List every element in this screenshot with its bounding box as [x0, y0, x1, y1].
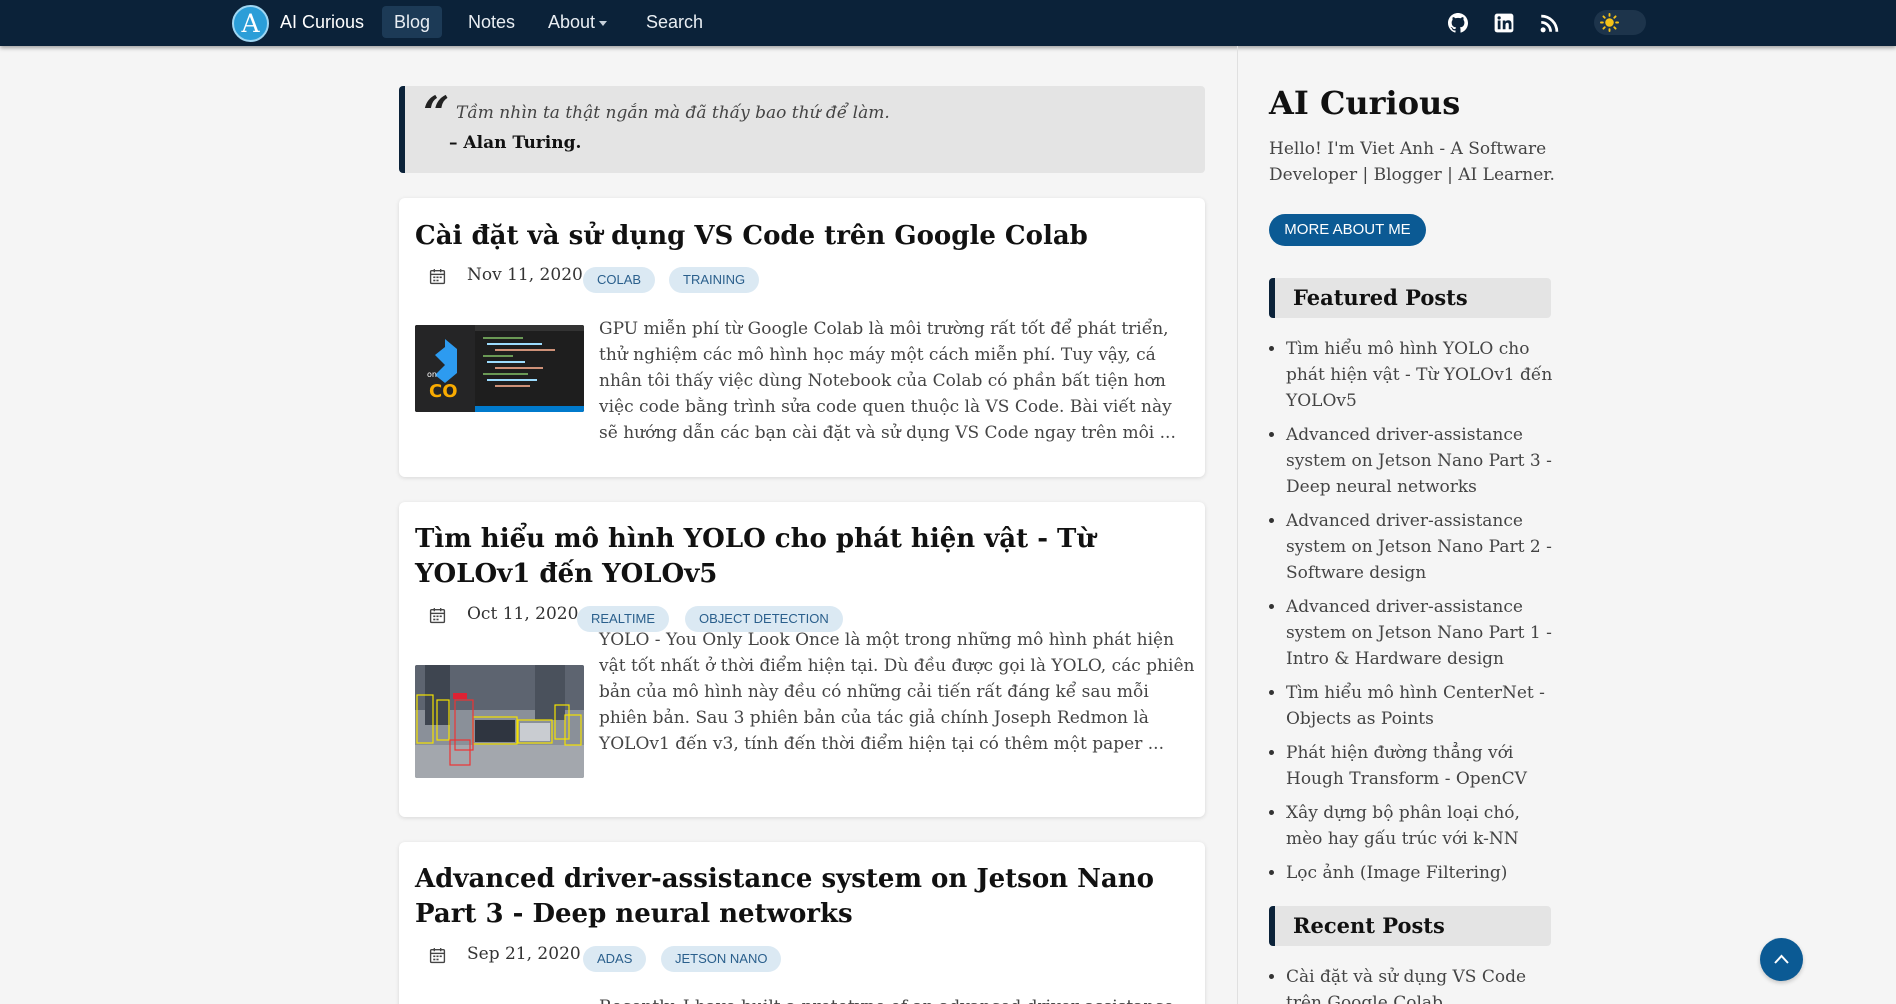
nav-blog[interactable]: Blog [382, 6, 443, 38]
featured-post-link[interactable]: Lọc ảnh (Image Filtering) [1286, 860, 1556, 886]
chevron-up-icon [1774, 954, 1789, 964]
quote-text: Tầm nhìn ta thật ngắn mà đã thấy bao thứ… [456, 103, 890, 123]
quote-mark-icon: “ [423, 86, 450, 140]
post-excerpt: GPU miễn phí từ Google Colab là môi trườ… [599, 319, 1176, 443]
tag-jetson-nano[interactable]: JETSON NANO [661, 946, 782, 972]
nav-about-label: About [548, 12, 596, 32]
recent-posts-heading: Recent Posts [1269, 906, 1551, 946]
sidebar-divider [1237, 46, 1238, 1004]
post-title[interactable]: Tìm hiểu mô hình YOLO cho phát hiện vật … [415, 522, 1195, 592]
featured-post-link[interactable]: Tìm hiểu mô hình YOLO cho phát hiện vật … [1286, 336, 1556, 414]
theme-toggle[interactable] [1594, 10, 1646, 35]
nav-notes-label: Notes [468, 12, 516, 32]
post-card: Tìm hiểu mô hình YOLO cho phát hiện vật … [399, 502, 1205, 817]
tag-colab[interactable]: COLAB [583, 267, 656, 293]
post-date: Nov 11, 2020 [467, 265, 583, 285]
featured-post-link[interactable]: Advanced driver-assistance system on Jet… [1286, 508, 1556, 586]
recent-post-link[interactable]: Cài đặt và sử dụng VS Code trên Google C… [1286, 964, 1556, 1004]
thumb-on-text: on [427, 370, 437, 379]
quote-author: – Alan Turing. [449, 133, 582, 153]
post-date: Sep 21, 2020 [467, 944, 581, 964]
brand-link[interactable]: AI Curious [280, 0, 364, 46]
sidebar-title: AI Curious [1269, 84, 1461, 122]
post-card: Cài đặt và sử dụng VS Code trên Google C… [399, 198, 1205, 477]
featured-posts-list: Tìm hiểu mô hình YOLO cho phát hiện vật … [1286, 336, 1556, 886]
featured-posts-heading: Featured Posts [1269, 278, 1551, 318]
site-logo[interactable]: A [232, 5, 269, 42]
post-thumbnail[interactable]: on CO [415, 325, 584, 412]
calendar-icon [429, 608, 446, 624]
post-card: Advanced driver-assistance system on Jet… [399, 842, 1205, 1004]
featured-post-link[interactable]: Advanced driver-assistance system on Jet… [1286, 422, 1556, 500]
nav-search[interactable]: Search [634, 6, 715, 38]
post-title[interactable]: Cài đặt và sử dụng VS Code trên Google C… [415, 219, 1195, 254]
post-thumbnail[interactable] [415, 665, 584, 778]
post-excerpt: Recently, I have built a prototype of an… [599, 994, 1195, 1004]
calendar-icon [429, 269, 446, 285]
thumb-co-text: CO [429, 381, 458, 402]
more-about-me-button[interactable]: MORE ABOUT ME [1269, 214, 1426, 246]
back-to-top-button[interactable] [1760, 938, 1803, 981]
sun-icon [1600, 13, 1619, 32]
rss-icon[interactable] [1540, 13, 1560, 33]
tag-training[interactable]: TRAINING [669, 267, 760, 293]
nav-about-dropdown[interactable]: About [536, 6, 619, 38]
github-icon[interactable] [1448, 13, 1468, 33]
tag-adas[interactable]: ADAS [583, 946, 647, 972]
quote-block: “ Tầm nhìn ta thật ngắn mà đã thấy bao t… [399, 86, 1205, 173]
post-title[interactable]: Advanced driver-assistance system on Jet… [415, 862, 1195, 932]
recent-posts-list: Cài đặt và sử dụng VS Code trên Google C… [1286, 964, 1556, 1004]
linkedin-icon[interactable] [1494, 13, 1514, 33]
nav-notes[interactable]: Notes [456, 6, 527, 38]
featured-post-link[interactable]: Advanced driver-assistance system on Jet… [1286, 594, 1556, 672]
top-navbar: A AI Curious Blog Notes About Search [0, 0, 1896, 46]
chevron-down-icon [599, 20, 608, 26]
sidebar-description: Hello! I'm Viet Anh - A Software Develop… [1269, 139, 1555, 185]
featured-post-link[interactable]: Phát hiện đường thẳng với Hough Transfor… [1286, 740, 1556, 792]
post-date: Oct 11, 2020 [467, 604, 579, 624]
featured-post-link[interactable]: Xây dựng bộ phân loại chó, mèo hay gấu t… [1286, 800, 1556, 852]
nav-search-label: Search [646, 12, 704, 32]
nav-blog-label: Blog [394, 12, 431, 32]
post-excerpt: YOLO - You Only Look Once là một trong n… [599, 630, 1195, 754]
featured-post-link[interactable]: Tìm hiểu mô hình CenterNet - Objects as … [1286, 680, 1556, 732]
calendar-icon [429, 948, 446, 964]
